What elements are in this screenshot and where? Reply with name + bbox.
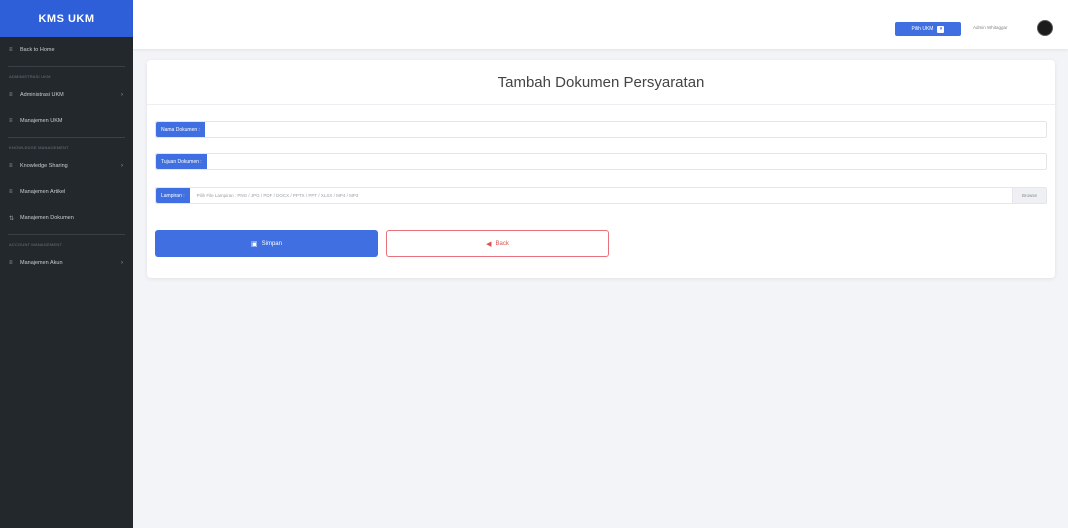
- sidebar-item-label: Manajemen Artikel: [20, 189, 66, 195]
- sidebar-heading-administrasi-ukm: ADMINISTRASI UKM: [9, 73, 51, 79]
- topbar: Pilih UKM ▾ Admin Whitaggar: [133, 0, 1068, 49]
- back-button[interactable]: ◀ Back: [386, 230, 609, 257]
- sidebar-item-knowledge-sharing[interactable]: ≡ Knowledge Sharing ›: [0, 153, 133, 179]
- save-button[interactable]: ▣ Simpan: [155, 230, 378, 257]
- sidebar-item-label: Knowledge Sharing: [20, 163, 68, 169]
- lampiran-label: Lampiran :: [156, 188, 190, 203]
- nama-dokumen-field[interactable]: Nama Dokumen :: [155, 121, 1047, 138]
- sidebar-heading-account-management: ACCOUNT MANAGEMENT: [9, 241, 63, 247]
- chevron-right-icon: ›: [121, 163, 123, 169]
- sidebar-divider: [8, 137, 125, 138]
- chevron-right-icon: ›: [121, 92, 123, 98]
- sidebar-item-label: Back to Home: [20, 47, 55, 53]
- menu-icon: ≡: [9, 47, 13, 53]
- save-label: Simpan: [261, 240, 282, 247]
- sidebar: KMS UKM ≡ Back to Home ADMINISTRASI UKM ≡ Ad…: [0, 0, 133, 528]
- sidebar-item-label: Manajemen UKM: [20, 118, 63, 124]
- menu-icon: ≡: [9, 118, 13, 124]
- back-label: Back: [495, 240, 509, 247]
- sidebar-item-back-to-home[interactable]: ≡ Back to Home: [0, 37, 133, 63]
- brand-logo[interactable]: KMS UKM: [0, 0, 133, 37]
- sidebar-item-label: Administrasi UKM: [20, 92, 64, 98]
- tujuan-dokumen-input[interactable]: [207, 154, 1046, 169]
- floppy-disk-icon: ▣: [251, 240, 258, 248]
- pilih-ukm-button[interactable]: Pilih UKM ▾: [895, 22, 961, 36]
- menu-icon: ≡: [9, 163, 13, 169]
- back-arrow-icon: ◀: [486, 240, 492, 248]
- nama-dokumen-input[interactable]: [205, 122, 1046, 137]
- menu-icon: ≡: [9, 92, 13, 98]
- sidebar-item-manajemen-artikel[interactable]: ≡ Manajemen Artikel: [0, 179, 133, 205]
- sidebar-item-manajemen-dokumen[interactable]: ⇅ Manajemen Dokumen: [0, 205, 133, 231]
- avatar[interactable]: [1037, 20, 1053, 36]
- sidebar-divider: [8, 234, 125, 235]
- sidebar-nav: ≡ Back to Home ADMINISTRASI UKM ≡ Administra…: [0, 37, 133, 276]
- sidebar-item-label: Manajemen Dokumen: [20, 215, 74, 221]
- tujuan-dokumen-label: Tujuan Dokumen :: [156, 154, 207, 169]
- form-card: Tambah Dokumen Persyaratan Nama Dokumen …: [147, 60, 1055, 278]
- sidebar-heading-knowledge-management: KNOWLEDGE MANAGEMENT: [9, 144, 69, 150]
- sidebar-item-administrasi-ukm[interactable]: ≡ Administrasi UKM ›: [0, 82, 133, 108]
- pilih-ukm-label: Pilih UKM: [911, 26, 934, 32]
- dropdown-icon: ▾: [937, 25, 945, 33]
- page-title: Tambah Dokumen Persyaratan: [497, 73, 705, 91]
- user-name[interactable]: Admin Whitaggar: [973, 25, 1008, 30]
- sidebar-item-manajemen-akun[interactable]: ≡ Manajemen Akun ›: [0, 250, 133, 276]
- sidebar-divider: [8, 66, 125, 67]
- divider: [147, 104, 1055, 105]
- menu-icon: ⇅: [9, 215, 15, 222]
- chevron-right-icon: ›: [121, 260, 123, 266]
- menu-icon: ≡: [9, 260, 13, 266]
- sidebar-item-label: Manajemen Akun: [20, 260, 63, 266]
- tujuan-dokumen-field[interactable]: Tujuan Dokumen :: [155, 153, 1047, 170]
- menu-icon: ≡: [9, 189, 13, 195]
- lampiran-field[interactable]: Lampiran : Pilih File Lampiran : PNG / J…: [155, 187, 1047, 204]
- sidebar-item-manajemen-ukm[interactable]: ≡ Manajemen UKM: [0, 108, 133, 134]
- browse-button[interactable]: Browse: [1011, 188, 1046, 203]
- nama-dokumen-label: Nama Dokumen :: [156, 122, 205, 137]
- lampiran-file-input[interactable]: Pilih File Lampiran : PNG / JPG / PDF / …: [190, 188, 1012, 203]
